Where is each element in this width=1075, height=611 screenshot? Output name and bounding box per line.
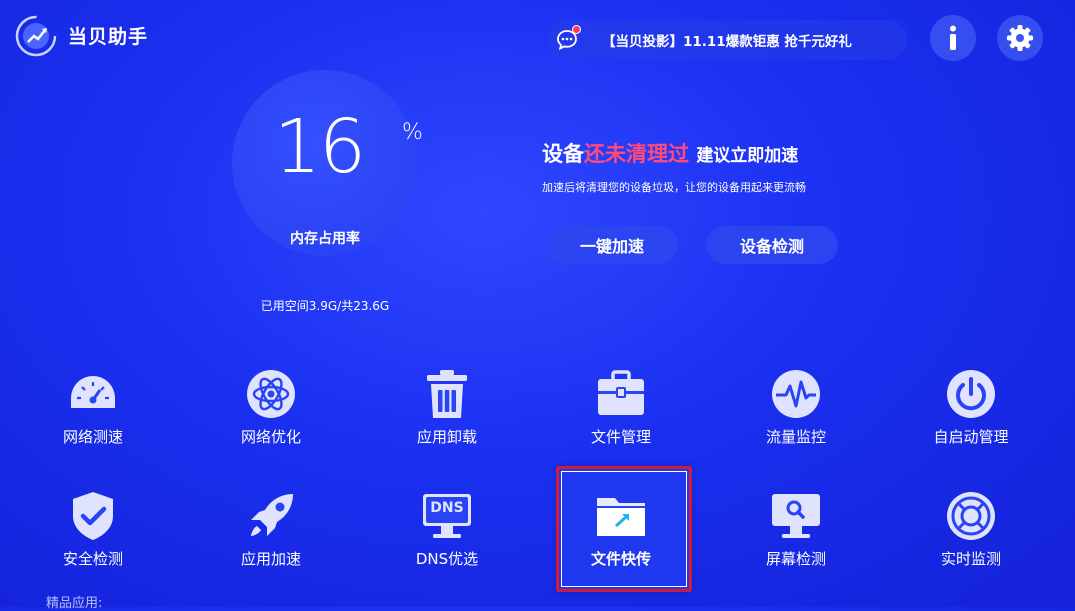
storage-usage-text: 已用空间3.9G/共23.6G (260, 299, 390, 313)
shield-check-icon (73, 492, 113, 540)
memory-usage-circle: 16 % 内存占用率 (232, 70, 423, 256)
featured-apps-heading: 精品应用: (46, 596, 103, 611)
tool-label: 流量监控 (765, 428, 826, 446)
memory-usage-value: 16 (273, 104, 366, 190)
status-title-suffix: 建议立即加速 (696, 146, 799, 166)
tool-realtime-monitor[interactable]: 实时监测 (906, 490, 1036, 590)
tool-label: 实时监测 (940, 550, 1001, 568)
tool-file-transfer[interactable]: 文件快传 (556, 490, 686, 590)
tool-label: 屏幕检测 (765, 550, 826, 568)
folder-transfer-icon (597, 498, 645, 536)
device-status-description: 加速后将清理您的设备垃圾，让您的设备用起来更流畅 (542, 181, 806, 194)
pulse-icon (772, 370, 820, 418)
memory-usage-unit: % (402, 120, 423, 145)
info-icon (950, 25, 956, 50)
status-title-highlight: 还未清理过 (584, 142, 689, 166)
gear-icon (1007, 25, 1033, 51)
chat-bubble-icon (556, 25, 581, 51)
speedometer-icon (71, 376, 115, 408)
tool-label: 文件快传 (590, 550, 651, 568)
tool-app-accelerate[interactable]: 应用加速 (206, 490, 336, 590)
tool-network-optimize[interactable]: 网络优化 (206, 368, 336, 468)
device-check-button[interactable]: 设备检测 (706, 226, 838, 264)
monitor-search-icon (772, 494, 820, 538)
power-icon (947, 370, 995, 418)
tool-label: 网络优化 (240, 428, 301, 446)
rocket-icon (251, 494, 293, 536)
trash-icon (427, 370, 467, 418)
briefcase-icon (598, 370, 644, 415)
lifebuoy-icon (947, 492, 995, 540)
status-title-prefix: 设备 (542, 142, 584, 166)
tool-label: 应用加速 (240, 550, 301, 568)
tool-app-uninstall[interactable]: 应用卸载 (382, 368, 512, 468)
tool-dns-optimize[interactable]: DNS DNS优选 (382, 490, 512, 590)
tool-file-manager[interactable]: 文件管理 (556, 368, 686, 468)
info-button[interactable] (930, 15, 976, 61)
tool-label: 自启动管理 (933, 428, 1009, 446)
settings-button[interactable] (997, 15, 1043, 61)
one-click-accelerate-button[interactable]: 一键加速 (546, 226, 678, 264)
dns-monitor-icon: DNS (421, 490, 473, 542)
tool-label: 安全检测 (62, 550, 123, 568)
notification-dot (572, 25, 581, 34)
tool-label: 应用卸载 (416, 428, 477, 446)
tool-label: 文件管理 (590, 428, 651, 446)
tool-network-speed-test[interactable]: 网络测速 (28, 368, 158, 468)
promo-banner[interactable]: 【当贝投影】11.11爆款钜惠 抢千元好礼 (548, 20, 908, 60)
dns-icon-text: DNS (430, 500, 464, 516)
memory-usage-label: 内存占用率 (290, 231, 360, 247)
tool-label: 网络测速 (62, 428, 123, 446)
device-status-title: 设备还未清理过 建议立即加速 (542, 138, 798, 168)
app-logo-icon (14, 14, 58, 58)
tool-traffic-monitor[interactable]: 流量监控 (731, 368, 861, 468)
tool-label: DNS优选 (415, 550, 479, 568)
app-title: 当贝助手 (68, 26, 149, 48)
tool-autostart-manager[interactable]: 自启动管理 (906, 368, 1036, 468)
atom-icon (247, 370, 295, 418)
promo-text: 【当贝投影】11.11爆款钜惠 抢千元好礼 (602, 34, 852, 50)
tool-security-check[interactable]: 安全检测 (28, 490, 158, 590)
tool-screen-check[interactable]: 屏幕检测 (731, 490, 861, 590)
